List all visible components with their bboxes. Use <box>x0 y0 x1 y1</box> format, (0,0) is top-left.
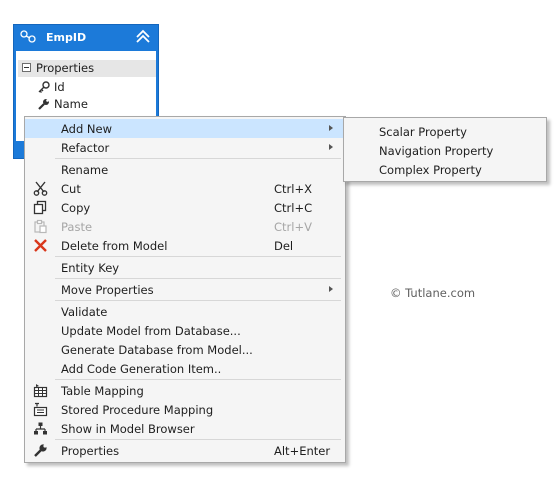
paste-icon <box>34 219 47 234</box>
submenu-arrow-icon <box>329 125 333 131</box>
menu-item-copy[interactable]: Copy Ctrl+C <box>25 198 345 217</box>
copy-icon <box>33 200 47 215</box>
stored-procedure-mapping-icon <box>33 402 48 417</box>
properties-section-label: Properties <box>36 61 95 75</box>
menu-item-refactor[interactable]: Refactor <box>25 138 345 157</box>
menu-item-label: Copy <box>61 201 91 215</box>
entity-name: EmpID <box>46 31 87 44</box>
menu-item-paste[interactable]: Paste Ctrl+V <box>25 217 345 236</box>
submenu-item-complex-property[interactable]: Complex Property <box>379 163 482 177</box>
property-name: Id <box>54 80 65 94</box>
menu-item-shortcut: Alt+Enter <box>274 444 331 458</box>
table-mapping-icon <box>33 384 48 398</box>
menu-item-validate[interactable]: Validate <box>25 302 345 321</box>
menu-separator <box>55 379 341 380</box>
menu-item-label: Move Properties <box>61 283 154 297</box>
menu-item-shortcut: Del <box>274 239 294 253</box>
menu-item-label: Rename <box>61 163 109 177</box>
menu-item-label: Paste <box>61 220 93 234</box>
menu-item-stored-procedure-mapping[interactable]: Stored Procedure Mapping <box>25 400 345 419</box>
collapse-minus-icon[interactable] <box>22 63 31 72</box>
collapse-chevron-icon[interactable] <box>135 29 151 45</box>
key-property-icon <box>38 81 50 93</box>
menu-item-label: Add Code Generation Item.. <box>61 362 222 376</box>
menu-item-add-new[interactable]: Add New <box>25 119 345 138</box>
menu-item-generate-database[interactable]: Generate Database from Model... <box>25 340 345 359</box>
menu-item-shortcut: Ctrl+C <box>274 201 313 215</box>
menu-item-cut[interactable]: Cut Ctrl+X <box>25 179 345 198</box>
menu-item-shortcut: Ctrl+X <box>274 182 312 196</box>
menu-item-rename[interactable]: Rename <box>25 160 345 179</box>
menu-item-label: Add New <box>61 122 113 136</box>
menu-separator <box>55 158 341 159</box>
menu-item-label: Update Model from Database... <box>61 324 241 338</box>
menu-item-label: Entity Key <box>61 261 120 275</box>
menu-item-add-code-generation[interactable]: Add Code Generation Item.. <box>25 359 345 378</box>
submenu-arrow-icon <box>329 144 333 150</box>
menu-item-shortcut: Ctrl+V <box>274 220 312 234</box>
menu-item-label: Table Mapping <box>61 384 144 398</box>
entity-header[interactable]: EmpID <box>14 25 158 51</box>
property-name: Name <box>54 97 88 111</box>
menu-item-label: Validate <box>61 305 108 319</box>
scissors-icon <box>33 181 48 196</box>
menu-item-properties[interactable]: Properties Alt+Enter <box>25 441 345 460</box>
properties-section-header[interactable]: Properties <box>18 60 156 77</box>
menu-item-update-model[interactable]: Update Model from Database... <box>25 321 345 340</box>
menu-separator <box>55 256 341 257</box>
model-browser-icon <box>34 422 47 435</box>
menu-item-table-mapping[interactable]: Table Mapping <box>25 381 345 400</box>
menu-item-label: Show in Model Browser <box>61 422 195 436</box>
delete-x-icon <box>34 239 47 252</box>
menu-item-label: Stored Procedure Mapping <box>61 403 214 417</box>
menu-item-entity-key[interactable]: Entity Key <box>25 258 345 277</box>
submenu-item-scalar-property[interactable]: Scalar Property <box>379 125 467 139</box>
menu-separator <box>55 278 341 279</box>
submenu-item-navigation-property[interactable]: Navigation Property <box>379 144 493 158</box>
submenu-arrow-icon <box>329 286 333 292</box>
menu-item-label: Cut <box>61 182 81 196</box>
menu-separator <box>55 439 341 440</box>
menu-item-label: Delete from Model <box>61 239 168 253</box>
watermark: © Tutlane.com <box>390 286 476 300</box>
context-menu: Add New Refactor Rename Cut Ctrl+X Copy … <box>24 116 346 463</box>
menu-item-show-in-model-browser[interactable]: Show in Model Browser <box>25 419 345 438</box>
menu-item-delete-from-model[interactable]: Delete from Model Del <box>25 236 345 255</box>
menu-item-label: Refactor <box>61 141 110 155</box>
wrench-icon <box>34 444 47 457</box>
menu-separator <box>55 300 341 301</box>
add-new-submenu: Scalar Property Navigation Property Comp… <box>343 117 547 182</box>
menu-item-move-properties[interactable]: Move Properties <box>25 280 345 299</box>
menu-item-label: Generate Database from Model... <box>61 343 253 357</box>
entity-type-icon <box>20 30 36 43</box>
menu-item-label: Properties <box>61 444 120 458</box>
wrench-property-icon <box>38 99 49 110</box>
